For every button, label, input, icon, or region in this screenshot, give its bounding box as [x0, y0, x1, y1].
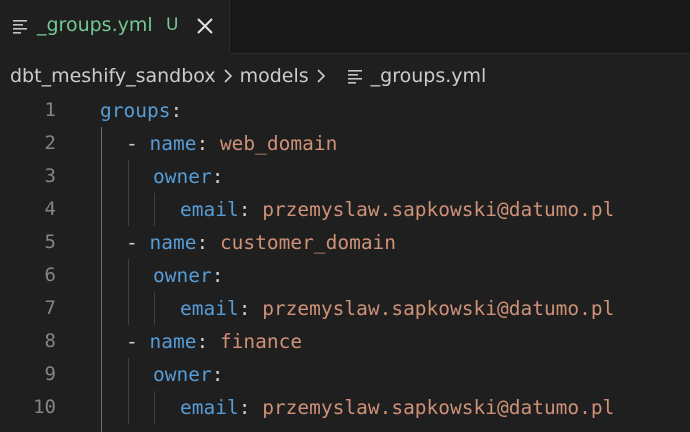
tab-bar: _groups.yml U — [0, 0, 690, 54]
yaml-value: przemyslaw.sapkowski@datumo.pl — [262, 297, 615, 320]
code-line[interactable]: 9 owner: — [0, 358, 690, 391]
yaml-value: customer_domain — [219, 231, 397, 254]
yaml-key: name — [149, 132, 197, 155]
yaml-value: web_domain — [219, 132, 338, 155]
yaml-key: email — [180, 396, 239, 419]
code-line[interactable]: 6 owner: — [0, 259, 690, 292]
line-number: 6 — [44, 264, 56, 286]
yaml-value: przemyslaw.sapkowski@datumo.pl — [262, 396, 615, 419]
yaml-key: email — [180, 198, 239, 221]
lines-file-icon — [347, 70, 362, 84]
code-line[interactable]: 4 email: przemyslaw.sapkowski@datumo.pl — [0, 193, 690, 226]
yaml-key: owner — [153, 165, 212, 188]
line-number: 5 — [44, 231, 56, 253]
line-number: 1 — [44, 99, 56, 121]
line-number: 4 — [44, 198, 56, 220]
breadcrumb-item-project[interactable]: dbt_meshify_sandbox — [10, 65, 216, 87]
editor-window: _groups.yml U dbt_meshify_sandbox models… — [0, 0, 690, 432]
code-editor[interactable]: 1 groups: 2 - name: web_domain 3 owner: … — [0, 94, 690, 432]
close-icon[interactable] — [195, 16, 215, 36]
yaml-value: przemyslaw.sapkowski@datumo.pl — [262, 198, 615, 221]
breadcrumb-item-models[interactable]: models — [240, 65, 309, 87]
yaml-key: name — [149, 330, 197, 353]
yaml-key: email — [180, 297, 239, 320]
breadcrumb-item-file[interactable]: _groups.yml — [371, 65, 487, 87]
lines-file-icon — [13, 20, 27, 34]
line-number: 8 — [44, 330, 56, 352]
code-line[interactable]: 1 groups: — [0, 94, 690, 127]
untracked-badge: U — [166, 15, 179, 35]
line-number: 3 — [44, 165, 56, 187]
tab-groups-yml[interactable]: _groups.yml U — [0, 0, 230, 54]
code-line[interactable]: 2 - name: web_domain — [0, 127, 690, 160]
yaml-key: groups — [100, 99, 171, 122]
yaml-key: name — [149, 231, 197, 254]
line-number: 10 — [33, 396, 56, 418]
line-number: 7 — [44, 297, 56, 319]
code-line[interactable]: 10 email: przemyslaw.sapkowski@datumo.pl — [0, 391, 690, 424]
breadcrumb: dbt_meshify_sandbox models _groups.yml — [10, 62, 486, 90]
line-number: 9 — [44, 363, 56, 385]
code-line[interactable]: 3 owner: — [0, 160, 690, 193]
code-line[interactable]: 5 - name: customer_domain — [0, 226, 690, 259]
line-number: 2 — [44, 132, 56, 154]
chevron-right-icon — [224, 69, 232, 83]
yaml-key: owner — [153, 363, 212, 386]
code-line[interactable]: 7 email: przemyslaw.sapkowski@datumo.pl — [0, 292, 690, 325]
tab-filename: _groups.yml — [37, 14, 153, 36]
code-line[interactable]: 8 - name: finance — [0, 325, 690, 358]
chevron-right-icon — [317, 69, 325, 83]
yaml-key: owner — [153, 264, 212, 287]
yaml-value: finance — [219, 330, 303, 353]
